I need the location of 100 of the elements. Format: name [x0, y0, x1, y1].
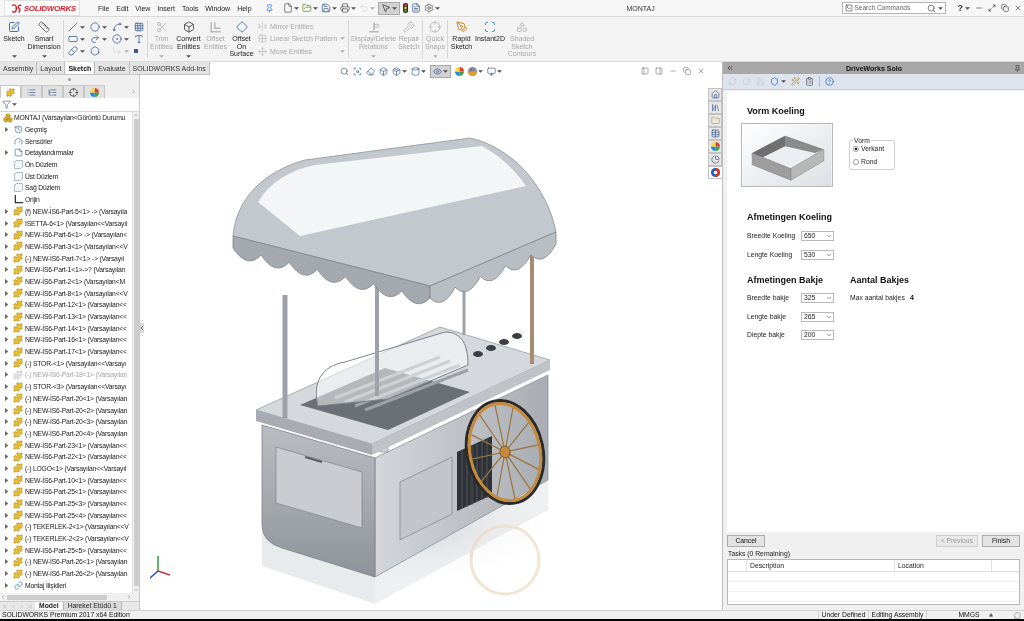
radio-button-icon[interactable]: [853, 159, 859, 165]
spline-icon[interactable]: [112, 22, 122, 32]
expand-arrow-icon[interactable]: [4, 454, 9, 460]
color-ball-icon[interactable]: [455, 66, 464, 76]
chevron-down-icon[interactable]: [826, 332, 832, 338]
triangle-up-icon[interactable]: [989, 613, 993, 617]
settings-icon[interactable]: [423, 3, 434, 13]
expand-arrow-icon[interactable]: [4, 571, 9, 577]
dropdown-caret-icon[interactable]: [421, 69, 426, 73]
expand-arrow-icon[interactable]: [4, 384, 9, 390]
expand-arrow-icon[interactable]: [4, 489, 9, 495]
panel-left-icon[interactable]: [641, 67, 649, 75]
panel-tab[interactable]: [21, 85, 42, 98]
line-icon[interactable]: [68, 22, 78, 32]
expand-arrow-icon[interactable]: [4, 127, 9, 133]
pressed-tool-button[interactable]: [430, 64, 451, 78]
expand-arrow-icon[interactable]: [4, 501, 9, 507]
chevron-down-icon[interactable]: [826, 252, 832, 258]
pin-icon[interactable]: [1014, 64, 1021, 72]
expand-arrow-icon[interactable]: [4, 232, 9, 238]
dropdown-caret-icon[interactable]: [312, 6, 318, 10]
eye-icon[interactable]: [433, 66, 442, 76]
expand-arrow-icon[interactable]: [4, 290, 9, 296]
pointer-arrow-icon[interactable]: [380, 3, 391, 13]
expand-arrow-icon[interactable]: [4, 407, 9, 413]
circle-icon[interactable]: [90, 22, 100, 32]
restore-icon[interactable]: [683, 67, 691, 75]
expand-arrow-icon[interactable]: [4, 442, 9, 448]
chevron-down-icon[interactable]: [826, 295, 832, 301]
rectangle-icon[interactable]: [68, 34, 78, 44]
expand-arrow-icon[interactable]: [4, 559, 9, 565]
scan-magnifier-icon[interactable]: [353, 66, 362, 76]
pressed-tool-button[interactable]: [377, 1, 400, 15]
close-icon[interactable]: [1014, 4, 1022, 12]
panel-tab[interactable]: [63, 85, 84, 98]
cylinder-icon[interactable]: [411, 66, 420, 76]
panel-right-icon[interactable]: [655, 67, 663, 75]
pill-shape-icon[interactable]: [68, 46, 78, 56]
panel-tab[interactable]: [42, 85, 63, 98]
save-icon[interactable]: [320, 3, 331, 13]
expand-arrow-icon[interactable]: [4, 419, 9, 425]
expand-arrow-icon[interactable]: [4, 430, 9, 436]
help-button[interactable]: ?: [957, 3, 970, 13]
monitor-icon[interactable]: [487, 66, 496, 76]
collapse-chevrons-icon[interactable]: [726, 64, 734, 72]
dropdown-caret-icon[interactable]: [937, 6, 943, 10]
cube-icon[interactable]: [379, 66, 388, 76]
open-folder-icon[interactable]: [301, 3, 312, 13]
filter-icon[interactable]: [2, 100, 11, 109]
expand-arrow-icon[interactable]: [4, 349, 9, 355]
clipboard-icon[interactable]: [805, 77, 814, 86]
dropdown-caret-icon[interactable]: [12, 103, 17, 106]
dropdown-caret-icon[interactable]: [11, 55, 17, 58]
package-icon[interactable]: [392, 66, 401, 76]
task-pane-tab[interactable]: [708, 127, 722, 140]
chevron-down-icon[interactable]: [826, 313, 832, 320]
hexagon-icon[interactable]: [90, 46, 100, 56]
expand-arrow-icon[interactable]: [4, 524, 9, 530]
dropdown-caret-icon[interactable]: [186, 55, 191, 58]
dropdown-caret-icon[interactable]: [478, 69, 483, 73]
expand-arrow-icon[interactable]: [4, 302, 9, 308]
search-icon[interactable]: [926, 3, 936, 13]
expand-arrow-icon[interactable]: [4, 267, 9, 273]
dropdown-caret-icon[interactable]: [102, 37, 107, 41]
expand-arrow-icon[interactable]: [4, 325, 9, 331]
help-icon[interactable]: [825, 77, 834, 86]
dropdown-caret-icon[interactable]: [102, 25, 107, 29]
sphere-icon[interactable]: [468, 66, 477, 76]
circle-dot-icon[interactable]: [112, 34, 122, 44]
vertical-scrollbar[interactable]: [132, 112, 139, 593]
radio-button-icon[interactable]: [853, 146, 859, 152]
expand-arrow-icon[interactable]: [4, 150, 9, 156]
dropdown-caret-icon[interactable]: [331, 6, 337, 10]
expand-arrow-icon[interactable]: [4, 395, 9, 401]
grip-dot-icon[interactable]: [68, 78, 71, 81]
arc-arrow-icon[interactable]: [90, 34, 100, 44]
expand-arrow-icon[interactable]: [4, 314, 9, 320]
expand-arrow-icon[interactable]: [4, 477, 9, 483]
traffic-light-icon[interactable]: [402, 3, 408, 13]
magnifier-icon[interactable]: [340, 66, 349, 76]
expand-arrow-icon[interactable]: [4, 278, 9, 284]
dropdown-caret-icon[interactable]: [434, 6, 440, 10]
panel-tab[interactable]: [0, 85, 21, 98]
task-pane-tab[interactable]: [708, 101, 722, 114]
expand-arrow-icon[interactable]: [4, 547, 9, 553]
expand-arrow-icon[interactable]: [4, 582, 9, 588]
task-pane-tab[interactable]: [708, 153, 722, 166]
scrollbar-thumb[interactable]: [133, 119, 139, 586]
expand-arrow-icon[interactable]: [4, 255, 9, 261]
collapse-handle-icon[interactable]: [140, 323, 144, 333]
dropdown-caret-icon[interactable]: [402, 69, 407, 73]
dropdown-caret-icon[interactable]: [965, 6, 970, 10]
dropdown-caret-icon[interactable]: [80, 37, 85, 41]
dropdown-caret-icon[interactable]: [124, 37, 129, 41]
dropdown-caret-icon[interactable]: [350, 6, 356, 10]
expand-arrow-icon[interactable]: [4, 465, 9, 471]
task-pane-tab[interactable]: [708, 166, 722, 179]
chevron-down-icon[interactable]: [826, 233, 832, 239]
restore-icon[interactable]: [1001, 4, 1009, 12]
expand-arrow-icon[interactable]: [4, 243, 9, 249]
